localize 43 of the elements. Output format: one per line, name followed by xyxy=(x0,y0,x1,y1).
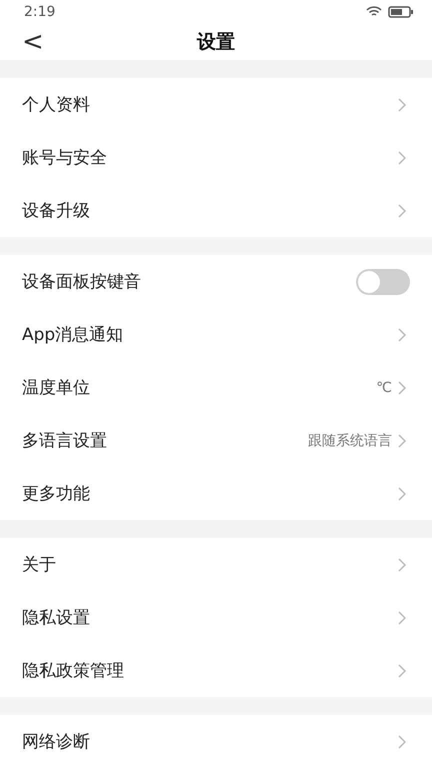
chevron-right-icon xyxy=(398,98,406,112)
wifi-icon xyxy=(366,6,382,18)
row-label: 多语言设置 xyxy=(22,430,108,452)
settings-row[interactable]: 设备面板按键音 xyxy=(0,255,432,308)
settings-row[interactable]: 温度单位 ℃ xyxy=(0,361,432,414)
settings-row[interactable]: 隐私设置 xyxy=(0,591,432,644)
settings-row[interactable]: 设备升级 xyxy=(0,184,432,237)
row-value: ℃ xyxy=(376,380,392,396)
status-time: 2:19 xyxy=(24,4,56,20)
settings-row[interactable]: 个人资料 xyxy=(0,78,432,131)
row-label: 隐私设置 xyxy=(22,607,91,629)
settings-row[interactable]: 网络诊断 xyxy=(0,715,432,768)
chevron-right-icon xyxy=(398,734,406,748)
chevron-right-icon xyxy=(398,150,406,164)
row-label: 温度单位 xyxy=(22,377,91,399)
row-label: 更多功能 xyxy=(22,483,91,505)
battery-icon xyxy=(388,6,414,18)
chevron-right-icon xyxy=(398,610,406,624)
settings-row[interactable]: 账号与安全 xyxy=(0,131,432,184)
row-label: 账号与安全 xyxy=(22,147,108,169)
settings-row[interactable]: 更多功能 xyxy=(0,467,432,520)
chevron-right-icon xyxy=(398,380,406,394)
row-label: 设备面板按键音 xyxy=(22,271,142,293)
row-value: 跟随系统语言 xyxy=(308,432,392,450)
page-title: 设置 xyxy=(196,30,236,55)
chevron-right-icon xyxy=(398,328,406,342)
row-label: 网络诊断 xyxy=(22,731,91,753)
settings-row[interactable]: App消息通知 xyxy=(0,308,432,361)
settings-row[interactable]: 关于 xyxy=(0,538,432,591)
chevron-right-icon xyxy=(398,434,406,448)
settings-row[interactable]: 隐私政策管理 xyxy=(0,644,432,697)
chevron-right-icon xyxy=(398,664,406,678)
row-label: 设备升级 xyxy=(22,200,91,222)
back-button[interactable]: < xyxy=(22,28,44,55)
row-label: 个人资料 xyxy=(22,94,91,116)
chevron-right-icon xyxy=(398,558,406,572)
chevron-right-icon xyxy=(398,204,406,218)
toggle-switch[interactable] xyxy=(356,268,410,294)
row-label: 隐私政策管理 xyxy=(22,660,125,682)
chevron-right-icon xyxy=(398,486,406,500)
settings-row[interactable]: 多语言设置 跟随系统语言 xyxy=(0,414,432,467)
row-label: 关于 xyxy=(22,554,57,576)
row-label: App消息通知 xyxy=(22,324,124,346)
